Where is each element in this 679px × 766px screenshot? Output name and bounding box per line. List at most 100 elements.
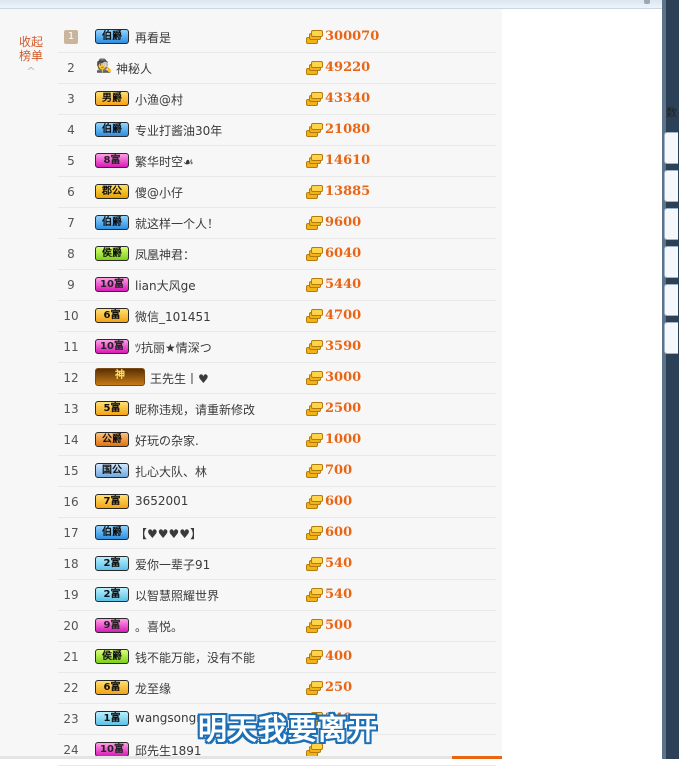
ranking-row[interactable]: 16 7富 3652001 600 [58, 487, 496, 518]
level-badge-icon: 侯爵 [95, 649, 129, 664]
rank-number: 10 [63, 309, 79, 323]
contribution-value: 3000 [325, 370, 362, 385]
user-name[interactable]: 就这样一个人！ [135, 215, 219, 232]
ranking-row[interactable]: 9 10富 lian大风ge 5440 [58, 270, 496, 301]
ranking-row[interactable]: 6 郡公 傻@小仔 13885 [58, 177, 496, 208]
gold-coins-icon [306, 247, 323, 261]
ranking-row[interactable]: 22 6富 龙至缘 250 [58, 673, 496, 704]
contribution-value: 4700 [325, 308, 362, 323]
level-badge-icon: 男爵 [95, 91, 129, 106]
rank-number: 12 [63, 371, 79, 385]
contribution-value: 400 [325, 649, 353, 664]
contribution-value: 21080 [325, 122, 371, 137]
collapse-label-line1: 收起 [18, 35, 43, 49]
gold-coins-icon [306, 278, 323, 292]
user-name[interactable]: 微信_101451 [135, 308, 211, 325]
gold-coins-icon [306, 340, 323, 354]
sidebar-tab[interactable] [664, 132, 678, 164]
sidebar-tab[interactable] [664, 322, 678, 354]
rank-number: 1 [64, 30, 78, 44]
rank-number: 18 [63, 557, 79, 571]
rank-number: 15 [63, 464, 79, 478]
contribution-value: 300070 [325, 29, 380, 44]
level-badge-icon: 2富 [95, 556, 129, 571]
user-name[interactable]: 爱你一辈子91 [135, 556, 210, 573]
sidebar-tab[interactable] [664, 284, 678, 316]
user-name[interactable]: 小渔@村 [135, 91, 183, 108]
user-name[interactable]: 以智慧照耀世界 [135, 587, 219, 604]
collapse-ranking-button[interactable]: 收起 榜单 ^ [14, 35, 48, 79]
user-name[interactable]: 王先生丨♥ [150, 370, 209, 387]
ranking-row[interactable]: 5 8富 繁华时空☙ 14610 [58, 146, 496, 177]
gold-coins-icon [306, 619, 323, 633]
user-name[interactable]: ﾂ抗丽★情深つ [135, 339, 212, 356]
contribution-value: 600 [325, 494, 353, 509]
ranking-row[interactable]: 15 国公 扎心大队、林 700 [58, 456, 496, 487]
user-name[interactable]: 神秘人 [116, 60, 152, 77]
ranking-row[interactable]: 4 伯爵 专业打酱油30年 21080 [58, 115, 496, 146]
level-badge-icon: 7富 [95, 494, 129, 509]
user-name[interactable]: wangsongm [135, 711, 208, 725]
gold-coins-icon [306, 371, 323, 385]
user-name[interactable]: 钱不能万能，没有不能 [135, 649, 255, 666]
user-name[interactable]: 凤凰神君： [135, 246, 195, 263]
level-badge-icon: 伯爵 [95, 215, 129, 230]
gold-coins-icon [306, 30, 323, 44]
user-name[interactable]: 专业打酱油30年 [135, 122, 222, 139]
contribution-value: 600 [325, 525, 353, 540]
level-badge-icon: 伯爵 [95, 122, 129, 137]
contribution-value: 250 [325, 680, 353, 695]
ranking-row[interactable]: 17 伯爵 【♥♥♥♥】 600 [58, 518, 496, 549]
level-badge-icon: 1富 [95, 711, 129, 726]
user-name[interactable]: 。喜悦。 [135, 618, 183, 635]
ranking-row[interactable]: 10 6富 微信_101451 4700 [58, 301, 496, 332]
ranking-row[interactable]: 1 伯爵 再看是 300070 [58, 22, 496, 53]
rank-number: 17 [63, 526, 79, 540]
sidebar-tab[interactable] [664, 208, 678, 240]
gold-coins-icon [306, 495, 323, 509]
rank-number: 2 [67, 61, 75, 75]
user-name[interactable]: 3652001 [135, 494, 188, 508]
sidebar-tab[interactable] [664, 170, 678, 202]
ranking-row[interactable]: 2 🕵 神秘人 49220 [58, 53, 496, 84]
rank-number: 19 [63, 588, 79, 602]
user-name[interactable]: 昵称违规，请重新修改 [135, 401, 255, 418]
contribution-value: 5440 [325, 277, 362, 292]
contribution-value: 3590 [325, 339, 362, 354]
collapse-label-line2: 榜单 [18, 49, 43, 63]
level-badge-icon: 10富 [95, 277, 129, 292]
user-name[interactable]: 繁华时空☙ [135, 153, 194, 170]
user-name[interactable]: lian大风ge [135, 277, 196, 294]
user-name[interactable]: 【♥♥♥♥】 [135, 525, 202, 542]
gold-coins-icon [306, 185, 323, 199]
sidebar-tab[interactable] [664, 246, 678, 278]
ranking-row[interactable]: 18 2富 爱你一辈子91 540 [58, 549, 496, 580]
contribution-value: 49220 [325, 60, 371, 75]
rank-number: 7 [67, 216, 75, 230]
ranking-row[interactable]: 14 公爵 好玩の杂家. 1000 [58, 425, 496, 456]
ranking-row[interactable]: 12 神王先生丨♥ 3000 [58, 363, 496, 394]
video-subtitle: 明天我要离开 [198, 712, 379, 746]
ranking-row[interactable]: 7 伯爵 就这样一个人！ 9600 [58, 208, 496, 239]
ranking-row[interactable]: 8 侯爵 凤凰神君： 6040 [58, 239, 496, 270]
ranking-row[interactable]: 19 2富 以智慧照耀世界 540 [58, 580, 496, 611]
ranking-row[interactable]: 11 10富 ﾂ抗丽★情深つ 3590 [58, 332, 496, 363]
user-name[interactable]: 龙至缘 [135, 680, 171, 697]
level-badge-icon: 伯爵 [95, 29, 129, 44]
contribution-value: 6040 [325, 246, 362, 261]
ranking-row[interactable]: 13 5富 昵称违规，请重新修改 2500 [58, 394, 496, 425]
level-badge-icon: 郡公 [95, 184, 129, 199]
rank-number: 23 [63, 712, 79, 726]
rank-number: 9 [67, 278, 75, 292]
level-badge-icon: 10富 [95, 742, 129, 757]
user-name[interactable]: 好玩の杂家. [135, 432, 199, 449]
user-name[interactable]: 傻@小仔 [135, 184, 183, 201]
level-badge-icon: 10富 [95, 339, 129, 354]
ranking-row[interactable]: 3 男爵 小渔@村 43340 [58, 84, 496, 115]
user-name[interactable]: 再看是 [135, 29, 171, 46]
ranking-row[interactable]: 20 9富 。喜悦。 500 [58, 611, 496, 642]
user-name[interactable]: 扎心大队、林 [135, 463, 207, 480]
ranking-row[interactable]: 21 侯爵 钱不能万能，没有不能 400 [58, 642, 496, 673]
gold-coins-icon [306, 154, 323, 168]
gold-coins-icon [306, 61, 323, 75]
